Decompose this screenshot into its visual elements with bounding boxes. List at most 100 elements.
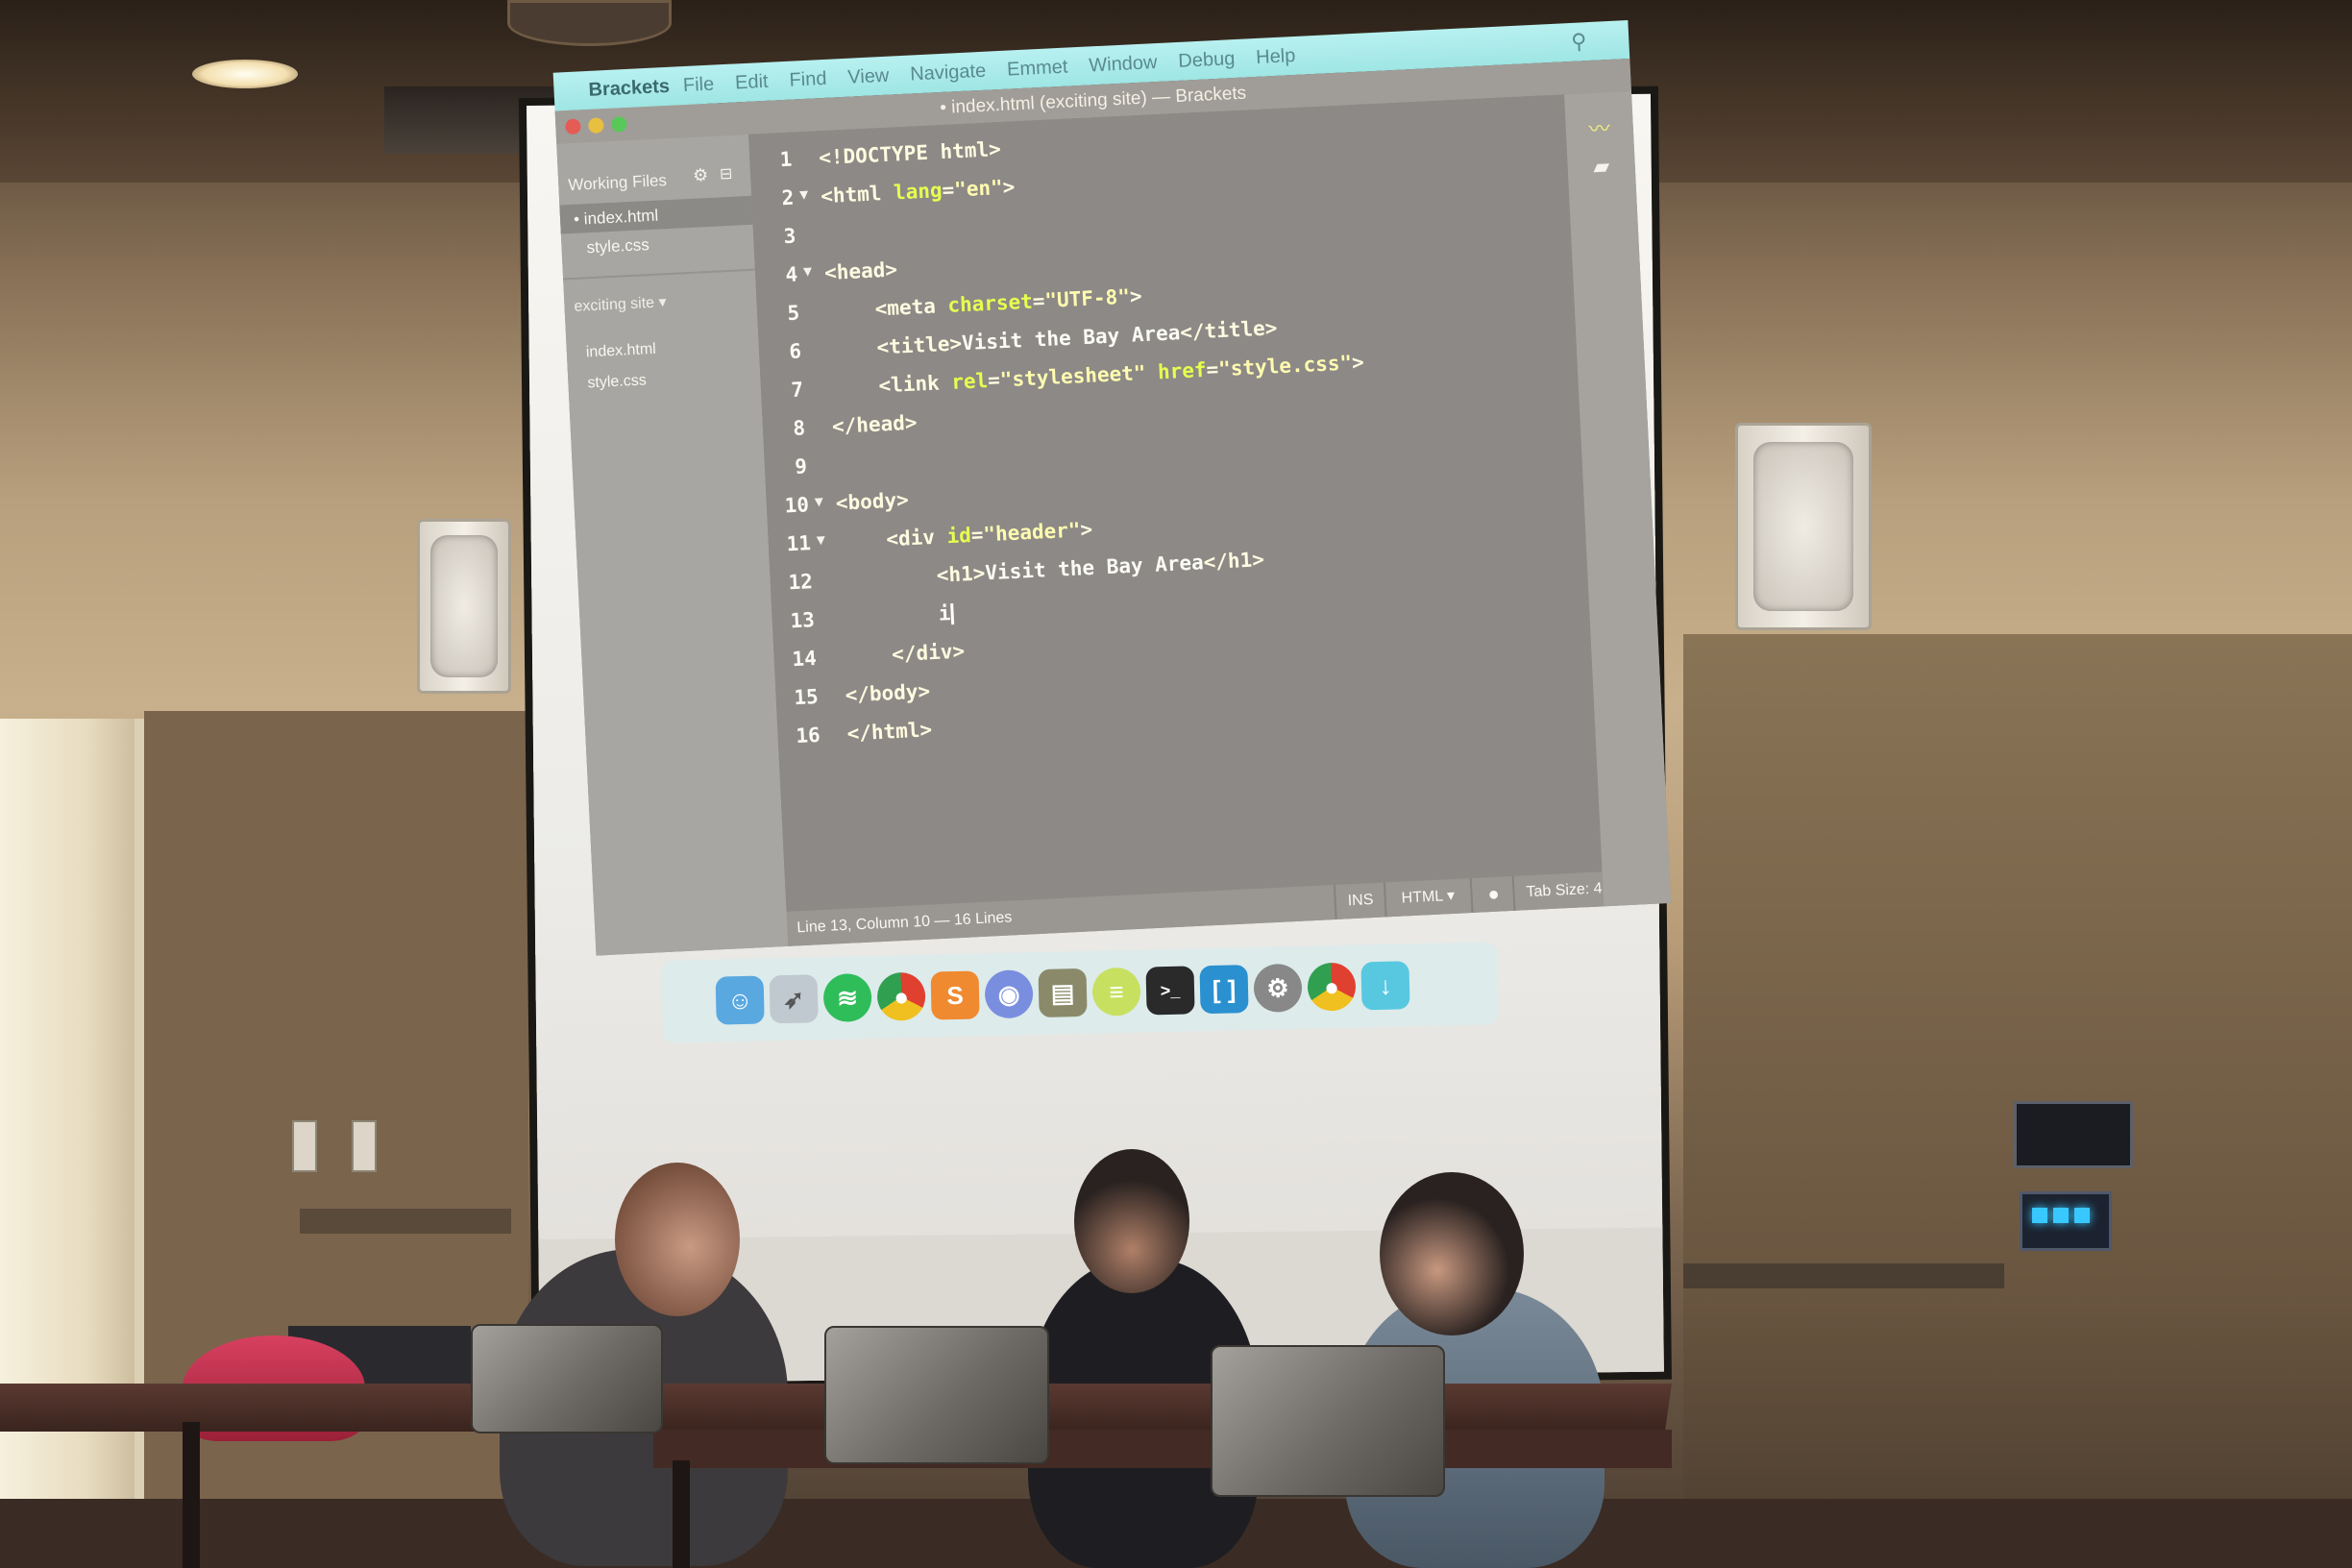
system-preferences-icon[interactable]: ⚙ — [1253, 963, 1303, 1013]
sidebar: Working Files ⚙ ⊟ • index.html style.css… — [556, 134, 789, 956]
code-token: <h1> — [936, 561, 986, 587]
extension-manager-icon[interactable]: ▰ — [1584, 154, 1618, 184]
fold-arrow-icon[interactable]: ▼ — [799, 185, 809, 203]
project-file-index-html[interactable]: index.html — [585, 341, 656, 362]
line-number: 10 — [784, 493, 810, 518]
laptop — [1211, 1345, 1445, 1497]
spotlight-search-icon[interactable]: ⚲ — [1571, 29, 1587, 55]
code-token: "header" — [982, 518, 1082, 547]
menu-navigate[interactable]: Navigate — [910, 60, 987, 86]
terminal-icon[interactable]: >_ — [1145, 966, 1195, 1016]
live-preview-icon[interactable]: 〰 — [1582, 111, 1616, 142]
menu-file[interactable]: File — [682, 73, 714, 97]
code-token: <html — [820, 181, 894, 208]
code-text: </head> — [831, 411, 918, 438]
project-dropdown[interactable]: exciting site ▾ — [574, 292, 667, 316]
ceiling-vent — [507, 0, 672, 46]
code-token: > — [1002, 175, 1016, 199]
code-text: <body> — [835, 488, 909, 515]
apple-icon[interactable] — [554, 90, 589, 92]
split-view-icon[interactable]: ⊟ — [720, 164, 733, 184]
code-token: </html> — [846, 718, 933, 746]
code-token: rel — [950, 368, 989, 394]
control-panel-display — [2020, 1191, 2112, 1251]
sublime-icon[interactable]: S — [930, 970, 980, 1020]
code-text: </div> — [843, 639, 966, 669]
insert-mode-toggle[interactable]: INS — [1347, 883, 1374, 919]
menu-edit[interactable]: Edit — [735, 70, 770, 94]
fold-arrow-icon[interactable]: ▼ — [816, 530, 825, 548]
code-token: </div> — [891, 639, 966, 667]
discord-icon[interactable]: ◉ — [984, 969, 1034, 1019]
downloads-folder-icon[interactable]: ↓ — [1360, 961, 1410, 1011]
code-text: <h1>Visit the Bay Area</h1> — [839, 548, 1264, 592]
launchpad-icon[interactable]: ➶ — [769, 974, 819, 1024]
code-text: <head> — [824, 257, 898, 284]
code-editor[interactable]: 1 <!DOCTYPE html> 2 ▼ <html lang="en"> 3 4 ▼ <he… — [748, 94, 1603, 912]
code-token: </h1> — [1203, 548, 1265, 575]
language-selector[interactable]: HTML ▾ — [1401, 879, 1456, 917]
line-number: 14 — [791, 647, 818, 672]
menu-view[interactable]: View — [847, 64, 890, 88]
desk-front — [653, 1430, 1672, 1468]
code-token: <link — [877, 370, 952, 398]
chrome-icon[interactable]: ● — [876, 971, 926, 1021]
close-window-icon[interactable] — [565, 118, 581, 135]
person-right-head — [1380, 1172, 1524, 1335]
fold-arrow-icon[interactable]: ▼ — [803, 262, 813, 280]
tab-size-indicator[interactable]: Tab Size: 4 — [1526, 871, 1604, 910]
code-token: charset — [946, 289, 1034, 317]
zoom-window-icon[interactable] — [610, 116, 627, 133]
menu-find[interactable]: Find — [789, 67, 827, 91]
macos-dock: ☺ ➶ ≋ ● S ◉ ▤ ≡ >_ [ ] ⚙ ● ↓ — [661, 942, 1499, 1043]
status-divider — [1511, 875, 1516, 911]
code-token: > — [1079, 517, 1093, 542]
code-token: Visit the Bay Area — [961, 321, 1181, 355]
menu-app-name[interactable]: Brackets — [588, 75, 671, 101]
minimize-window-icon[interactable] — [587, 117, 604, 134]
line-number: 12 — [787, 570, 814, 595]
status-divider — [1469, 878, 1474, 914]
window-controls — [565, 116, 627, 135]
database-icon[interactable]: ≡ — [1091, 967, 1141, 1017]
finder-icon[interactable]: ☺ — [715, 975, 765, 1025]
code-token: id — [945, 524, 972, 549]
working-file-index-html[interactable]: • index.html — [574, 207, 659, 230]
project-file-style-css[interactable]: style.css — [587, 372, 647, 392]
gear-icon[interactable]: ⚙ — [693, 165, 709, 186]
code-token: > — [1129, 284, 1143, 308]
code-token: </body> — [845, 679, 931, 707]
menu-debug[interactable]: Debug — [1178, 48, 1236, 73]
control-panel — [2014, 1101, 2133, 1168]
status-divider — [1383, 882, 1387, 918]
line-number: 15 — [793, 685, 820, 710]
code-token: i — [938, 601, 952, 625]
menu-help[interactable]: Help — [1256, 44, 1296, 68]
brackets-window: • index.html (exciting site) — Brackets … — [554, 58, 1672, 956]
line-number: 11 — [786, 531, 812, 556]
menu-emmet[interactable]: Emmet — [1007, 56, 1068, 81]
desk-leg — [183, 1422, 200, 1568]
working-file-style-css[interactable]: style.css — [586, 235, 649, 257]
code-token: "style.css" — [1217, 351, 1353, 381]
code-token: = — [1032, 289, 1046, 313]
doorway — [0, 719, 144, 1568]
brackets-icon[interactable]: [ ] — [1199, 965, 1249, 1015]
line-number: 8 — [792, 416, 806, 440]
speaker-right — [1735, 423, 1872, 630]
light-switch — [292, 1120, 317, 1172]
scripts-icon[interactable]: ▤ — [1038, 968, 1088, 1018]
line-number: 4 — [784, 262, 798, 287]
spotify-icon[interactable]: ≋ — [822, 972, 872, 1023]
code-token: "stylesheet" — [999, 360, 1146, 392]
menu-window[interactable]: Window — [1089, 51, 1158, 76]
chrome-icon[interactable]: ● — [1307, 962, 1357, 1012]
fold-arrow-icon[interactable]: ▼ — [814, 493, 823, 510]
line-number: 16 — [795, 723, 821, 748]
line-number: 7 — [790, 378, 804, 402]
linter-status-icon[interactable]: ● — [1487, 877, 1501, 913]
desk-leg — [673, 1460, 690, 1568]
